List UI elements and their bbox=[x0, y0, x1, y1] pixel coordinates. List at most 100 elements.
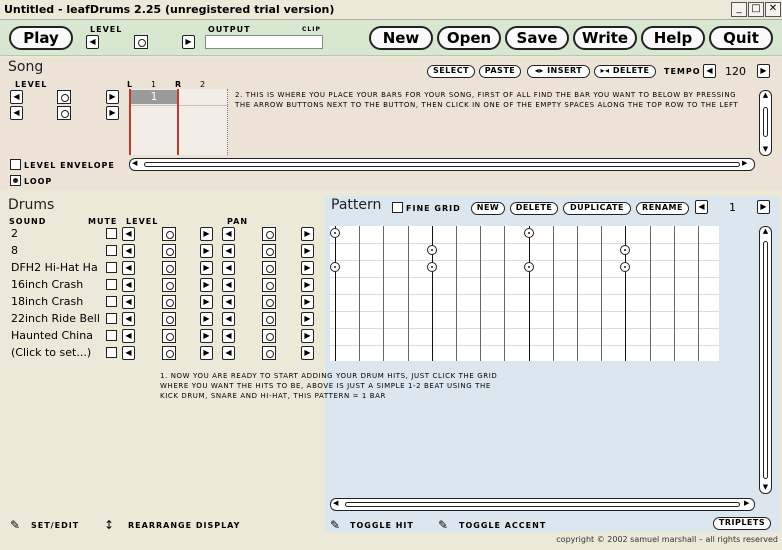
song-delete-button[interactable]: ▸◂ DELETE bbox=[594, 65, 656, 78]
drum-level-left-arrow[interactable]: ◀ bbox=[122, 227, 135, 241]
drum-pan-knob[interactable] bbox=[262, 261, 276, 275]
scroll-thumb[interactable] bbox=[345, 502, 740, 507]
drum-pan-knob[interactable] bbox=[262, 278, 276, 292]
scroll-thumb[interactable] bbox=[763, 107, 768, 137]
drum-hit[interactable] bbox=[523, 262, 534, 272]
track1-level-knob[interactable] bbox=[57, 90, 71, 104]
track1-level-left-arrow[interactable]: ◀ bbox=[10, 90, 23, 104]
tempo-right-arrow[interactable]: ▶ bbox=[757, 64, 770, 78]
drum-level-knob[interactable] bbox=[162, 312, 176, 326]
drum-level-right-arrow[interactable]: ▶ bbox=[200, 312, 213, 326]
track2-level-right-arrow[interactable]: ▶ bbox=[106, 106, 119, 120]
pattern-horizontal-scrollbar[interactable]: ◀ ▶ bbox=[330, 498, 755, 511]
song-vertical-scrollbar[interactable]: ▲ ▼ bbox=[759, 90, 772, 156]
drum-level-knob[interactable] bbox=[162, 261, 176, 275]
drum-level-knob[interactable] bbox=[162, 278, 176, 292]
drum-pan-left-arrow[interactable]: ◀ bbox=[222, 295, 235, 309]
drum-pan-knob[interactable] bbox=[262, 312, 276, 326]
drum-level-right-arrow[interactable]: ▶ bbox=[200, 346, 213, 360]
scroll-thumb[interactable] bbox=[144, 162, 740, 167]
pattern-delete-button[interactable]: DELETE bbox=[510, 202, 558, 215]
scroll-thumb[interactable] bbox=[763, 241, 768, 479]
drum-pan-right-arrow[interactable]: ▶ bbox=[301, 295, 314, 309]
drum-pan-knob[interactable] bbox=[262, 244, 276, 258]
drum-level-left-arrow[interactable]: ◀ bbox=[122, 261, 135, 275]
close-button[interactable]: ✕ bbox=[765, 2, 781, 17]
drum-mute-checkbox[interactable] bbox=[106, 330, 117, 341]
song-insert-button[interactable]: ◂▸ INSERT bbox=[527, 65, 590, 78]
drum-hit[interactable] bbox=[426, 262, 437, 272]
drum-sound-label[interactable]: 18inch Crash bbox=[11, 295, 103, 308]
scroll-right-arrow[interactable]: ▶ bbox=[744, 499, 749, 507]
drum-level-knob[interactable] bbox=[162, 244, 176, 258]
tempo-left-arrow[interactable]: ◀ bbox=[703, 64, 716, 78]
maximize-button[interactable]: □ bbox=[748, 2, 764, 17]
drum-hit[interactable] bbox=[523, 228, 534, 238]
pattern-grid[interactable] bbox=[330, 226, 719, 361]
drum-pan-left-arrow[interactable]: ◀ bbox=[222, 227, 235, 241]
drum-mute-checkbox[interactable] bbox=[106, 347, 117, 358]
drum-pan-knob[interactable] bbox=[262, 329, 276, 343]
drum-sound-label[interactable]: Haunted China bbox=[11, 329, 103, 342]
level-right-arrow[interactable]: ▶ bbox=[182, 35, 195, 49]
scroll-up-arrow[interactable]: ▲ bbox=[760, 227, 771, 235]
drum-sound-label[interactable]: (Click to set...) bbox=[11, 346, 103, 359]
drum-pan-left-arrow[interactable]: ◀ bbox=[222, 278, 235, 292]
new-button[interactable]: New bbox=[369, 26, 433, 50]
drum-sound-label[interactable]: DFH2 Hi-Hat Ha bbox=[11, 261, 103, 274]
scroll-down-arrow[interactable]: ▼ bbox=[760, 145, 771, 153]
drum-sound-label[interactable]: 16inch Crash bbox=[11, 278, 103, 291]
drum-hit[interactable] bbox=[620, 245, 631, 255]
fine-grid-checkbox[interactable] bbox=[392, 202, 403, 213]
drum-pan-left-arrow[interactable]: ◀ bbox=[222, 244, 235, 258]
drum-level-right-arrow[interactable]: ▶ bbox=[200, 329, 213, 343]
drum-mute-checkbox[interactable] bbox=[106, 279, 117, 290]
quit-button[interactable]: Quit bbox=[709, 26, 773, 50]
drum-pan-right-arrow[interactable]: ▶ bbox=[301, 329, 314, 343]
song-select-button[interactable]: SELECT bbox=[427, 65, 475, 78]
drum-hit[interactable] bbox=[620, 262, 631, 272]
drum-level-knob[interactable] bbox=[162, 227, 176, 241]
scroll-left-arrow[interactable]: ◀ bbox=[333, 499, 338, 507]
triplets-button[interactable]: TRIPLETS bbox=[713, 517, 771, 530]
pattern-rename-button[interactable]: RENAME bbox=[636, 202, 689, 215]
pattern-duplicate-button[interactable]: DUPLICATE bbox=[563, 202, 631, 215]
drum-sound-label[interactable]: 8 bbox=[11, 244, 103, 257]
drum-sound-label[interactable]: 22inch Ride Bell bbox=[11, 312, 103, 325]
song-horizontal-scrollbar[interactable]: ◀ ▶ bbox=[129, 158, 755, 171]
track2-level-left-arrow[interactable]: ◀ bbox=[10, 106, 23, 120]
drum-level-right-arrow[interactable]: ▶ bbox=[200, 295, 213, 309]
drum-mute-checkbox[interactable] bbox=[106, 296, 117, 307]
drum-mute-checkbox[interactable] bbox=[106, 228, 117, 239]
drum-mute-checkbox[interactable] bbox=[106, 313, 117, 324]
drum-level-left-arrow[interactable]: ◀ bbox=[122, 278, 135, 292]
pattern-right-arrow[interactable]: ▶ bbox=[757, 200, 770, 214]
save-button[interactable]: Save bbox=[505, 26, 569, 50]
write-button[interactable]: Write bbox=[573, 26, 637, 50]
song-bar-cell[interactable]: 1 bbox=[130, 90, 178, 104]
scroll-left-arrow[interactable]: ◀ bbox=[132, 159, 137, 167]
track2-level-knob[interactable] bbox=[57, 106, 71, 120]
drum-hit[interactable] bbox=[330, 262, 340, 272]
drum-pan-knob[interactable] bbox=[262, 295, 276, 309]
drum-level-right-arrow[interactable]: ▶ bbox=[200, 227, 213, 241]
drum-pan-right-arrow[interactable]: ▶ bbox=[301, 346, 314, 360]
drum-level-left-arrow[interactable]: ◀ bbox=[122, 312, 135, 326]
drum-pan-right-arrow[interactable]: ▶ bbox=[301, 278, 314, 292]
scroll-down-arrow[interactable]: ▼ bbox=[760, 483, 771, 491]
level-left-arrow[interactable]: ◀ bbox=[86, 35, 99, 49]
song-paste-button[interactable]: PASTE bbox=[479, 65, 521, 78]
scroll-up-arrow[interactable]: ▲ bbox=[760, 91, 771, 99]
level-envelope-checkbox[interactable] bbox=[10, 159, 21, 170]
drum-mute-checkbox[interactable] bbox=[106, 262, 117, 273]
help-button[interactable]: Help bbox=[641, 26, 705, 50]
drum-level-left-arrow[interactable]: ◀ bbox=[122, 295, 135, 309]
pattern-vertical-scrollbar[interactable]: ▲ ▼ bbox=[759, 226, 772, 494]
drum-pan-right-arrow[interactable]: ▶ bbox=[301, 261, 314, 275]
loop-checkbox[interactable] bbox=[10, 175, 21, 186]
open-button[interactable]: Open bbox=[437, 26, 501, 50]
drum-level-knob[interactable] bbox=[162, 346, 176, 360]
drum-sound-label[interactable]: 2 bbox=[11, 227, 103, 240]
drum-pan-knob[interactable] bbox=[262, 227, 276, 241]
drum-level-knob[interactable] bbox=[162, 295, 176, 309]
